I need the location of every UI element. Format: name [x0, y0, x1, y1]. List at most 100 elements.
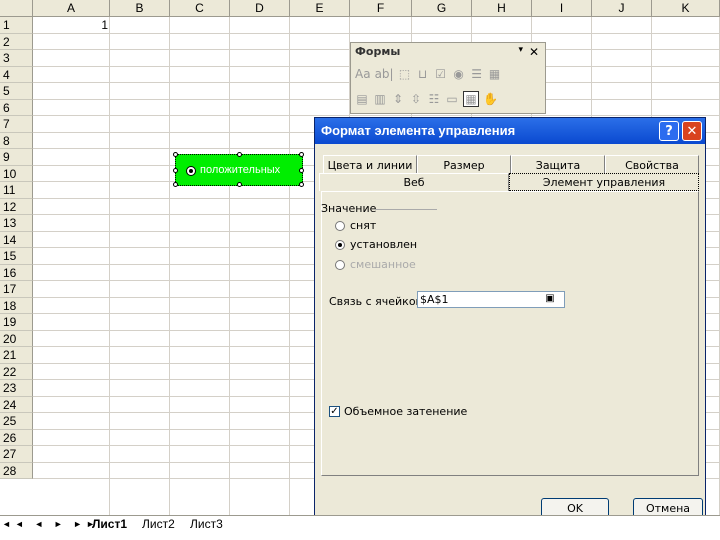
- row-header[interactable]: 24: [0, 396, 33, 413]
- sheet-nav-icons[interactable]: ◄◄ ◄ ► ►►: [2, 516, 99, 532]
- cell-a1[interactable]: 1: [88, 18, 108, 33]
- row-header[interactable]: 16: [0, 264, 33, 281]
- help-button[interactable]: ?: [659, 121, 679, 141]
- resize-handle[interactable]: [299, 152, 304, 157]
- properties-tool-icon[interactable]: ☷: [427, 92, 441, 106]
- option-unchecked[interactable]: снят: [335, 219, 376, 232]
- checkbox-checked-icon: ✓: [329, 406, 340, 417]
- resize-handle[interactable]: [173, 182, 178, 187]
- row-header[interactable]: 8: [0, 132, 33, 149]
- group-divider: [375, 209, 437, 210]
- radio-icon: [335, 259, 345, 270]
- select-all-corner[interactable]: [0, 0, 33, 17]
- row-header[interactable]: 26: [0, 429, 33, 446]
- row-header[interactable]: 27: [0, 446, 33, 463]
- radio-button-control[interactable]: положительных: [173, 152, 304, 187]
- tab-sheet1[interactable]: Лист1: [92, 516, 127, 532]
- tab-properties[interactable]: Свойства: [605, 155, 699, 175]
- column-header[interactable]: G: [412, 0, 472, 17]
- shading-checkbox[interactable]: ✓ Объемное затенение: [329, 405, 467, 418]
- row-header[interactable]: 25: [0, 413, 33, 430]
- row-header[interactable]: 9: [0, 149, 33, 166]
- row-header[interactable]: 15: [0, 248, 33, 265]
- label-tool-icon[interactable]: Aa: [355, 67, 371, 81]
- row-header[interactable]: 13: [0, 215, 33, 232]
- resize-handle[interactable]: [299, 182, 304, 187]
- resize-handle[interactable]: [237, 152, 242, 157]
- value-group-label: Значение: [321, 202, 377, 215]
- combobox-tool-icon[interactable]: ▦: [488, 67, 502, 81]
- cell-link-label: Связь с ячейкой:: [329, 295, 427, 308]
- resize-handle[interactable]: [299, 168, 304, 173]
- column-header[interactable]: I: [532, 0, 592, 17]
- grid-vline: [169, 17, 170, 515]
- tab-size[interactable]: Размер: [417, 155, 511, 175]
- toolbar-menu-icon[interactable]: ▾: [518, 45, 523, 55]
- control-panel: [321, 191, 699, 476]
- sheet-tabs-bar: ◄◄ ◄ ► ►► Лист1 Лист2 Лист3: [0, 515, 720, 540]
- row-header[interactable]: 18: [0, 297, 33, 314]
- run-dialog-icon[interactable]: ✋: [483, 92, 498, 106]
- row-header[interactable]: 10: [0, 165, 33, 182]
- column-header[interactable]: F: [350, 0, 412, 17]
- groupbox-tool-icon[interactable]: ⬚: [398, 67, 412, 81]
- row-header[interactable]: 6: [0, 99, 33, 116]
- row-header[interactable]: 21: [0, 347, 33, 364]
- row-header[interactable]: 20: [0, 330, 33, 347]
- collapse-dialog-icon[interactable]: ▣: [543, 293, 557, 305]
- combolist-tool-icon[interactable]: ▤: [355, 92, 369, 106]
- row-header[interactable]: 3: [0, 50, 33, 67]
- resize-handle[interactable]: [173, 152, 178, 157]
- option-label: смешанное: [350, 258, 416, 271]
- column-header[interactable]: D: [230, 0, 290, 17]
- row-header[interactable]: 22: [0, 363, 33, 380]
- row-header[interactable]: 7: [0, 116, 33, 133]
- tab-sheet2[interactable]: Лист2: [142, 516, 175, 532]
- code-tool-icon[interactable]: ▭: [445, 92, 459, 106]
- row-header[interactable]: 14: [0, 231, 33, 248]
- column-header[interactable]: H: [472, 0, 532, 17]
- tab-web[interactable]: Веб: [319, 173, 509, 191]
- row-header[interactable]: 12: [0, 198, 33, 215]
- tab-protection[interactable]: Защита: [511, 155, 605, 175]
- radio-tool-icon[interactable]: ◉: [452, 67, 466, 81]
- dropdown-tool-icon[interactable]: ▥: [373, 92, 387, 106]
- row-header[interactable]: 17: [0, 281, 33, 298]
- button-tool-icon[interactable]: ⊔: [416, 67, 430, 81]
- grid-hline: [33, 115, 720, 116]
- tab-sheet3[interactable]: Лист3: [190, 516, 223, 532]
- option-checked[interactable]: установлен: [335, 238, 417, 251]
- grid-vline: [229, 17, 230, 515]
- row-header[interactable]: 19: [0, 314, 33, 331]
- tabs-row-2: Веб Элемент управления: [319, 173, 699, 191]
- row-header[interactable]: 11: [0, 182, 33, 199]
- row-header[interactable]: 5: [0, 83, 33, 100]
- scrollbar-tool-icon[interactable]: ⇕: [391, 92, 405, 106]
- tab-colors-lines[interactable]: Цвета и линии: [323, 155, 417, 175]
- row-header[interactable]: 28: [0, 462, 33, 479]
- row-header[interactable]: 1: [0, 17, 33, 34]
- forms-toolbar[interactable]: Формы ▾ ✕ Aa ab| ⬚ ⊔ ☑ ◉ ☰ ▦ ▤ ▥ ⇕ ⇳ ☷ ▭…: [350, 42, 546, 114]
- resize-handle[interactable]: [237, 182, 242, 187]
- column-header[interactable]: C: [170, 0, 230, 17]
- resize-handle[interactable]: [173, 168, 178, 173]
- column-header[interactable]: A: [33, 0, 110, 17]
- row-header[interactable]: 4: [0, 66, 33, 83]
- listbox-tool-icon[interactable]: ☰: [470, 67, 484, 81]
- editbox-tool-icon[interactable]: ab|: [375, 67, 394, 81]
- grid-toggle-icon[interactable]: ▦: [463, 91, 479, 107]
- tabs-row-1: Цвета и линии Размер Защита Свойства: [323, 155, 699, 175]
- tab-control[interactable]: Элемент управления: [509, 173, 699, 191]
- toolbar-close-icon[interactable]: ✕: [529, 45, 539, 59]
- row-header[interactable]: 23: [0, 380, 33, 397]
- column-header[interactable]: B: [110, 0, 170, 17]
- close-button[interactable]: ✕: [682, 121, 702, 141]
- row-header[interactable]: 2: [0, 33, 33, 50]
- column-header[interactable]: K: [652, 0, 720, 17]
- checkbox-tool-icon[interactable]: ☑: [434, 67, 448, 81]
- radio-control-label: положительных: [200, 164, 281, 176]
- column-header[interactable]: E: [290, 0, 350, 17]
- toolbar-row-1: Aa ab| ⬚ ⊔ ☑ ◉ ☰ ▦: [355, 63, 502, 85]
- spinner-tool-icon[interactable]: ⇳: [409, 92, 423, 106]
- column-header[interactable]: J: [592, 0, 652, 17]
